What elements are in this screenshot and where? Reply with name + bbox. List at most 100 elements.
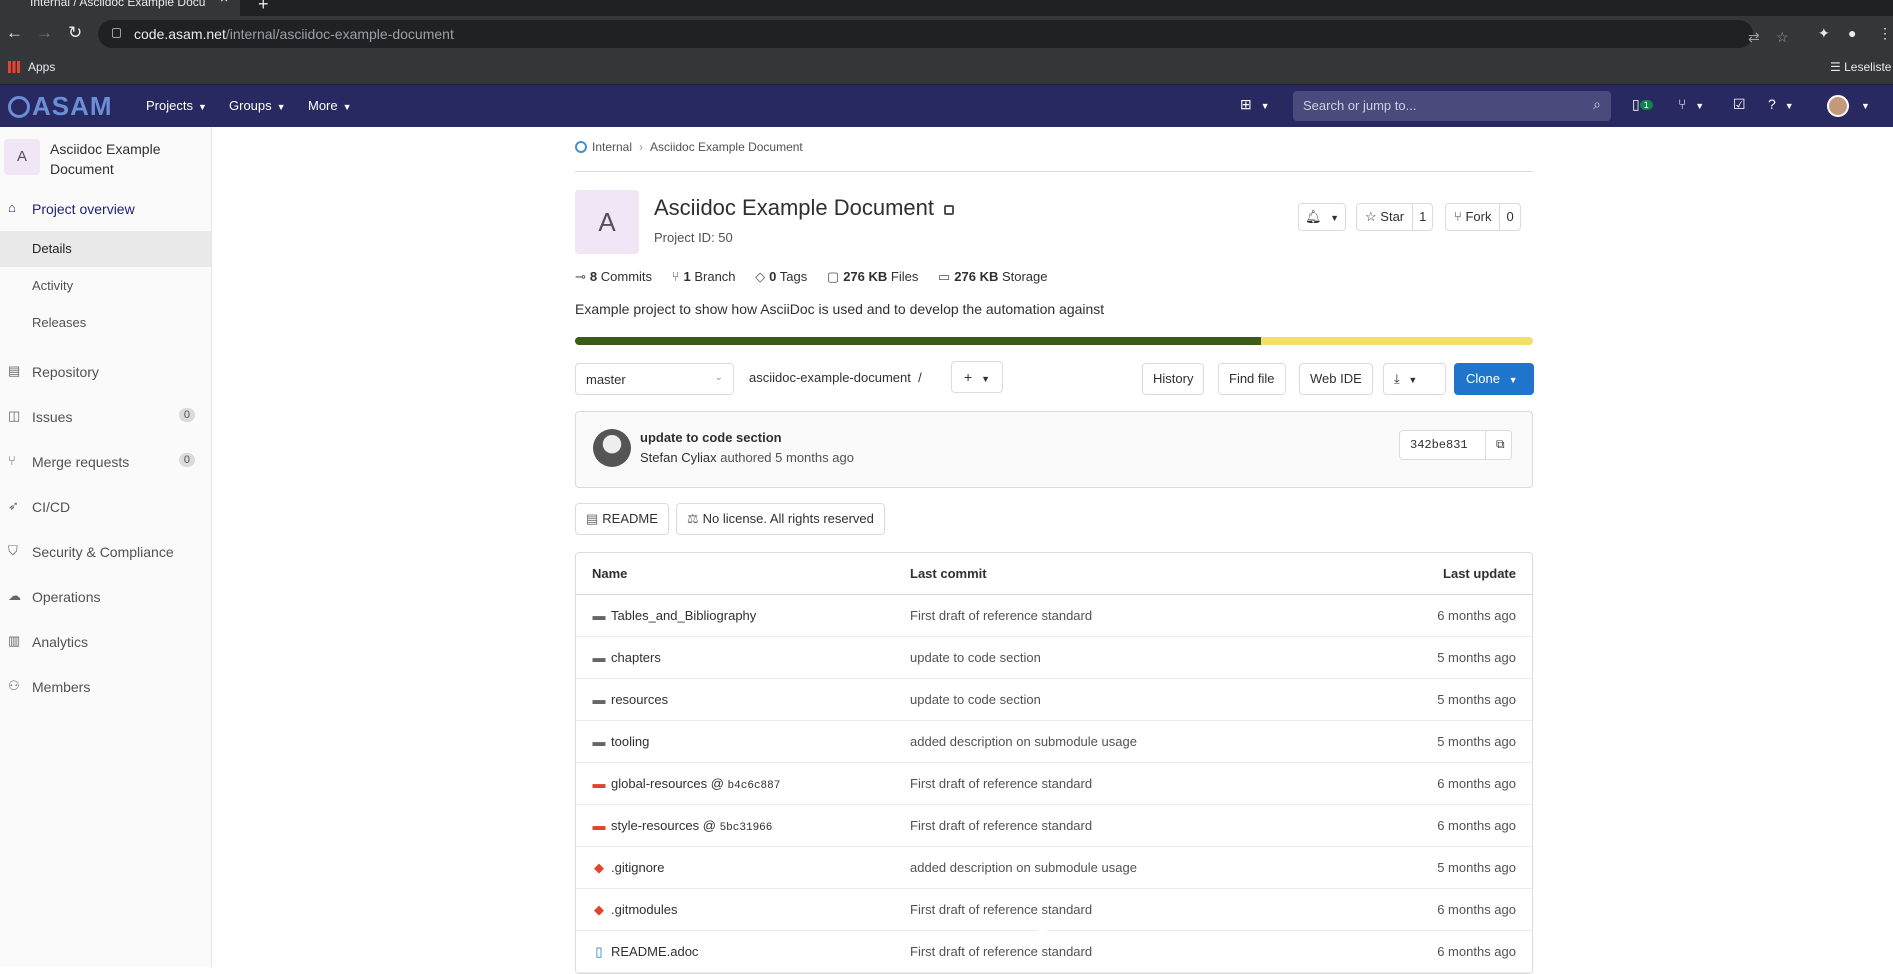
extensions-icon[interactable]: ✦ (1818, 25, 1830, 42)
asam-logo[interactable]: ASAM (8, 93, 113, 119)
stat-storage[interactable]: ▭ 276 KB Storage (938, 269, 1048, 285)
avatar[interactable] (1827, 95, 1849, 117)
sidebar-item-analytics[interactable]: ▥ Analytics (0, 624, 211, 660)
chart-icon: ▥ (8, 633, 21, 648)
browser-tab[interactable]: Internal / Asciidoc Example Docu × (0, 0, 240, 16)
file-name[interactable]: ▬ Tables_and_Bibliography (592, 608, 757, 623)
notification-button[interactable]: 🔔︎ ▼ (1298, 203, 1346, 231)
commit-sha[interactable]: 342be831 ⧉ (1399, 430, 1512, 460)
find-file-button[interactable]: Find file (1218, 363, 1286, 395)
sidebar-item-details[interactable]: Details (0, 231, 211, 267)
submodule-sha[interactable]: 5bc31966 (720, 822, 773, 834)
help-icon[interactable]: ? ▼ (1768, 96, 1794, 112)
stat-files[interactable]: ▢ 276 KB Files (827, 269, 918, 285)
table-row[interactable]: ▬ style-resources @ 5bc31966 First draft o… (576, 805, 1532, 847)
language-bar[interactable] (575, 337, 1533, 345)
menu-icon[interactable]: ⋮ (1878, 25, 1892, 42)
nav-more[interactable]: More ▼ (308, 98, 352, 113)
commit-message[interactable]: update to code section (640, 430, 782, 445)
submodule-sha[interactable]: b4c6c887 (728, 780, 781, 792)
sidebar-item-members[interactable]: ⚇ Members (0, 669, 211, 705)
stat-commits[interactable]: ⊸ 8 Commits (575, 269, 652, 285)
fork-button[interactable]: ⑂ Fork 0 (1445, 203, 1521, 231)
sidebar-item-cicd[interactable]: ➶ CI/CD (0, 489, 211, 525)
file-name[interactable]: ▬ style-resources @ 5bc31966 (592, 818, 773, 834)
license-button[interactable]: ⚖ No license. All rights reserved (676, 503, 885, 535)
sidebar-item-repository[interactable]: ▤ Repository (0, 354, 211, 390)
repo-path-breadcrumb[interactable]: asciidoc-example-document / (749, 370, 922, 385)
back-icon[interactable]: ← (6, 24, 23, 42)
commit-link[interactable]: First draft of reference standard (910, 944, 1092, 959)
commit-link[interactable]: First draft of reference standard (910, 608, 1092, 623)
commit-link[interactable]: First draft of reference standard (910, 776, 1092, 791)
star-bookmark-icon[interactable]: ☆ (1776, 29, 1789, 46)
add-to-tree-button[interactable]: + ▼ (951, 361, 1003, 393)
translate-icon[interactable]: ⇄ (1748, 29, 1760, 46)
reload-icon[interactable]: ↻ (68, 24, 82, 42)
sidebar-item-project-overview[interactable]: ⌂ Project overview (0, 191, 211, 227)
download-button[interactable]: ⤓ ▼ (1383, 363, 1446, 395)
fork-count[interactable]: 0 (1499, 204, 1519, 230)
submodule-icon: ▬ (592, 776, 606, 791)
file-name[interactable]: ▯ README.adoc (592, 944, 698, 960)
forward-icon[interactable]: → (36, 24, 53, 42)
reading-list[interactable]: ☰ Leseliste (1830, 60, 1891, 74)
language-segment[interactable] (575, 337, 1261, 345)
file-name[interactable]: ▬ global-resources @ b4c6c887 (592, 776, 781, 792)
table-row[interactable]: ▬ chapters update to code section 5 months … (576, 637, 1532, 679)
address-bar[interactable]: code.asam.net/internal/asciidoc-example-… (98, 20, 1789, 48)
history-button[interactable]: History (1142, 363, 1205, 395)
breadcrumb-project[interactable]: Asciidoc Example Document (650, 140, 803, 154)
table-row[interactable]: ▬ resources update to code section 5 months… (576, 679, 1532, 721)
new-item-icon[interactable]: ⊞ ▼ (1240, 96, 1270, 113)
issues-icon[interactable]: ▯ 1 (1632, 96, 1653, 113)
sidebar-project-header[interactable]: A Asciidoc Example Document (4, 137, 204, 181)
star-count[interactable]: 1 (1412, 204, 1432, 230)
file-name[interactable]: ▬ tooling (592, 734, 650, 749)
sidebar-item-issues[interactable]: ◫ Issues 0 (0, 399, 211, 435)
chevron-down-icon[interactable]: ▼ (1856, 96, 1870, 112)
sidebar-item-security[interactable]: ⛉ Security & Compliance (0, 534, 211, 570)
clone-button[interactable]: Clone ▼ (1454, 363, 1534, 395)
avatar[interactable] (593, 429, 631, 467)
stat-tags[interactable]: ◇ 0 Tags (755, 269, 807, 285)
breadcrumb-group[interactable]: Internal (592, 140, 632, 154)
sidebar-item-releases[interactable]: Releases (0, 305, 211, 341)
language-segment[interactable] (1260, 337, 1533, 345)
star-button[interactable]: ☆ Star 1 (1356, 203, 1434, 231)
stat-branches[interactable]: ⑂ 1 Branch (672, 269, 736, 284)
table-row[interactable]: ◆ .gitmodules First draft of reference sta… (576, 889, 1532, 931)
web-ide-button[interactable]: Web IDE (1299, 363, 1373, 395)
commit-link[interactable]: First draft of reference standard (910, 902, 1092, 917)
file-name[interactable]: ▬ chapters (592, 650, 661, 665)
nav-projects[interactable]: Projects ▼ (146, 98, 207, 113)
file-name[interactable]: ▬ resources (592, 692, 669, 707)
readme-button[interactable]: ▤ README (575, 503, 669, 535)
file-name[interactable]: ◆ .gitmodules (592, 902, 677, 918)
search-input[interactable]: Search or jump to... ⌕ (1293, 91, 1611, 121)
commit-link[interactable]: update to code section (910, 692, 1041, 707)
file-name[interactable]: ◆ .gitignore (592, 860, 664, 876)
sidebar-item-operations[interactable]: ☁ Operations (0, 579, 211, 615)
branch-select[interactable]: master ⌄ (575, 363, 734, 395)
table-row[interactable]: ▬ global-resources @ b4c6c887 First draft … (576, 763, 1532, 805)
commit-link[interactable]: First draft of reference standard (910, 818, 1092, 833)
commit-link[interactable]: added description on submodule usage (910, 860, 1137, 875)
table-row[interactable]: ◆ .gitignore added description on submodul… (576, 847, 1532, 889)
copy-icon[interactable]: ⧉ (1485, 431, 1511, 459)
commit-link[interactable]: update to code section (910, 650, 1041, 665)
sidebar-item-merge-requests[interactable]: ⑂ Merge requests 0 (0, 444, 211, 480)
todo-icon[interactable]: ☑ (1733, 96, 1746, 113)
table-row[interactable]: ▬ tooling added description on submodule u… (576, 721, 1532, 763)
project-description: Example project to show how AsciiDoc is … (575, 301, 1105, 317)
chevron-down-icon: ▼ (1330, 213, 1340, 223)
commit-link[interactable]: added description on submodule usage (910, 734, 1137, 749)
table-row[interactable]: ▬ Tables_and_Bibliography First draft of r… (576, 595, 1532, 637)
new-tab-icon[interactable]: + (258, 0, 269, 15)
commit-author-link[interactable]: Stefan Cyliax (640, 450, 717, 465)
profile-icon[interactable]: ● (1848, 25, 1856, 41)
merge-requests-icon[interactable]: ⑂ ▼ (1678, 96, 1704, 112)
sidebar-item-activity[interactable]: Activity (0, 268, 211, 304)
nav-groups[interactable]: Groups ▼ (229, 98, 286, 113)
bookmark-apps[interactable]: Apps (8, 60, 55, 74)
